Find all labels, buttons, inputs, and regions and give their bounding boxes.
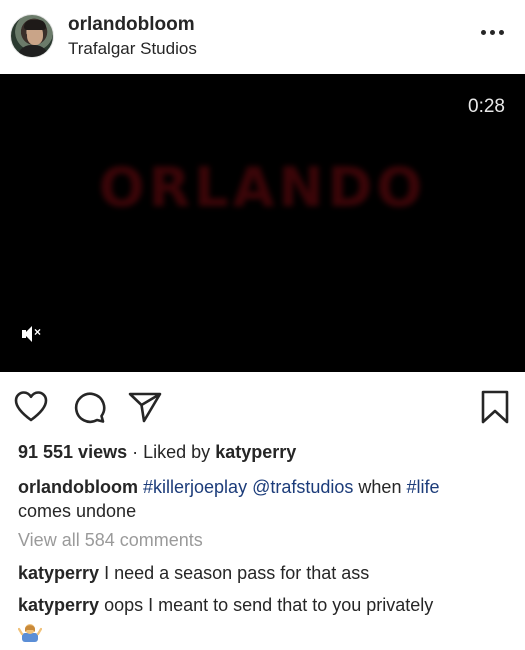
view-count[interactable]: 91 551 views [18,442,127,462]
speaker-cone [24,326,32,342]
comment-item: katyperry oops I meant to send that to y… [18,595,433,616]
caption-mention[interactable]: @trafstudios [252,477,353,497]
engagement-line: 91 551 views · Liked by katyperry [18,442,296,463]
caption-text: comes undone [18,501,137,521]
more-dot [499,30,504,35]
liked-by-label: Liked by [143,442,211,462]
caption-username[interactable]: orlandobloom [18,477,138,497]
bookmark-icon[interactable] [478,390,512,424]
caption-hashtag[interactable]: #life [406,477,439,497]
caption-text: when [358,477,402,497]
action-bar [0,390,525,426]
comment-text: oops I meant to send that to you private… [104,595,434,615]
paper-plane-icon[interactable] [128,390,162,424]
video-player[interactable]: 0:28 ORLANDO × [0,74,525,372]
more-dot [490,30,495,35]
post-location[interactable]: Trafalgar Studios [68,39,197,59]
separator-dot: · [132,442,139,462]
avatar-hair [24,20,46,30]
shrug-emoji [18,624,42,642]
video-timer: 0:28 [468,96,505,117]
comment-bubble-icon[interactable] [72,390,106,424]
comment-username[interactable]: katyperry [18,563,99,583]
post-caption: orlandobloom #killerjoeplay @trafstudios… [18,475,513,523]
more-horizontal-icon[interactable] [481,22,505,42]
comment-username[interactable]: katyperry [18,595,99,615]
mute-x: × [34,325,42,339]
heart-icon[interactable] [14,390,48,424]
post-header: orlandobloom Trafalgar Studios [0,0,525,74]
video-frame-title: ORLANDO [98,156,427,219]
comment-item: katyperry I need a season pass for that … [18,563,369,584]
caption-hashtag[interactable]: #killerjoeplay [143,477,247,497]
muted-speaker-icon[interactable]: × [22,325,46,342]
liked-by-user[interactable]: katyperry [215,442,296,462]
more-dot [481,30,486,35]
view-all-comments-link[interactable]: View all 584 comments [18,530,203,551]
post-username[interactable]: orlandobloom [68,14,195,36]
avatar-shirt [17,45,49,57]
comment-text: I need a season pass for that ass [104,563,370,583]
avatar[interactable] [10,14,54,58]
